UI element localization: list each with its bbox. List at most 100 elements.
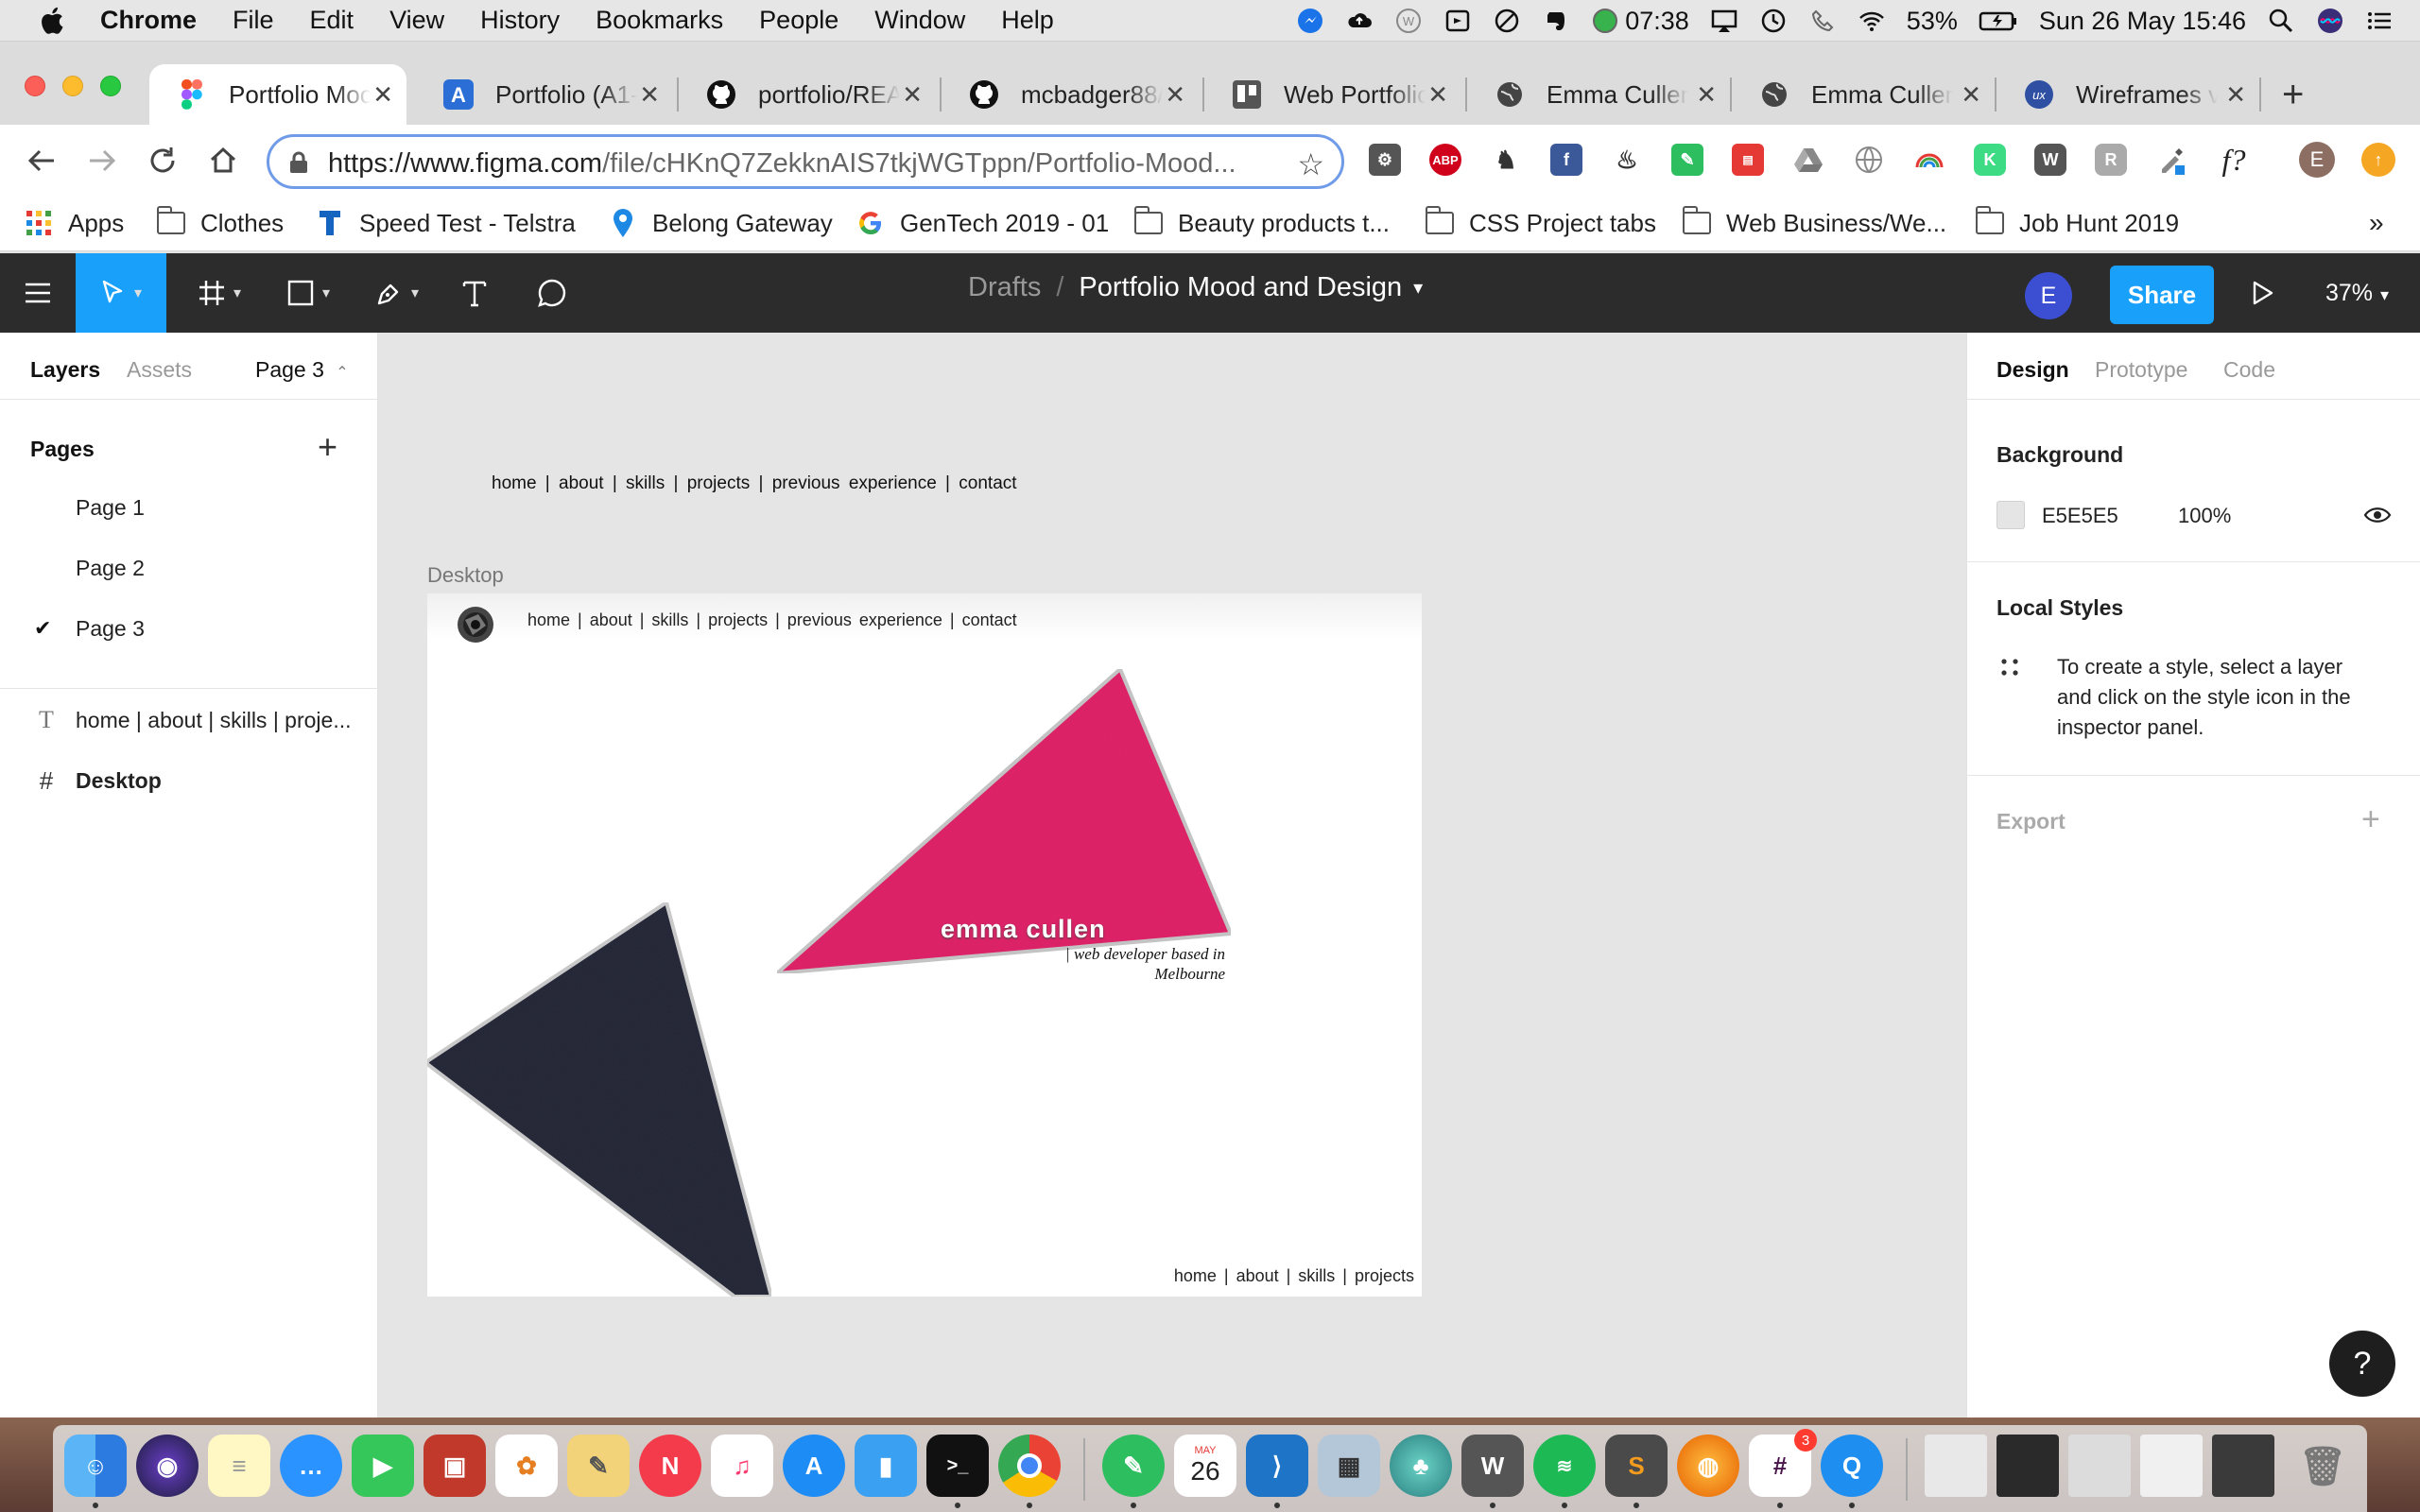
text-tool-button[interactable] (448, 253, 501, 333)
tab-wireframes[interactable]: ux Wireframes v ✕ (1996, 64, 2259, 125)
page-selector[interactable]: Page 3 ⌃ (255, 357, 349, 383)
bookmark-web-business[interactable]: Web Business/We... (1682, 206, 1946, 240)
facebook-extension-icon[interactable]: f (1550, 144, 1582, 176)
pocket-extension-icon[interactable]: R (2095, 144, 2127, 176)
tab-code[interactable]: Code (2223, 357, 2275, 383)
lock-icon[interactable] (288, 150, 309, 175)
notification-center-icon[interactable] (2365, 7, 2394, 35)
frame-bottom-nav[interactable]: home | about | skills | projects (1174, 1266, 1414, 1286)
bookmark-clothes[interactable]: Clothes (156, 206, 284, 240)
tab-emma-cullen-2[interactable]: Emma Cullen ✕ (1732, 64, 1995, 125)
keyword-extension-icon[interactable]: K (1974, 144, 2006, 176)
tab-design[interactable]: Design (1996, 357, 2069, 383)
timer-status[interactable]: 07:38 (1591, 7, 1689, 36)
tab-emma-cullen-1[interactable]: Emma Cullen ✕ (1467, 64, 1730, 125)
tab-close-icon[interactable]: ✕ (639, 80, 660, 110)
zoom-dropdown[interactable]: 37% ▾ (2325, 280, 2389, 307)
frame-tool-button[interactable]: ▾ (182, 253, 257, 333)
sublime-text-icon[interactable]: S (1605, 1435, 1668, 1497)
phone-icon[interactable] (1808, 7, 1837, 35)
time-machine-icon[interactable] (1759, 7, 1788, 35)
spotify-icon[interactable]: ≋ (1533, 1435, 1596, 1497)
move-tool-button[interactable]: ▾ (76, 253, 166, 333)
wifi-icon[interactable] (1858, 7, 1886, 35)
minimized-window-thumb[interactable] (1925, 1435, 1987, 1497)
bookmark-beauty[interactable]: Beauty products t... (1133, 206, 1390, 240)
palm-island-icon[interactable]: ♣ (1390, 1435, 1452, 1497)
reload-button[interactable] (144, 142, 182, 180)
evernote-status-icon[interactable] (1542, 7, 1570, 35)
evernote-dock-icon[interactable]: ✎ (1102, 1435, 1165, 1497)
profile-avatar[interactable]: E (2299, 142, 2335, 178)
tab-close-icon[interactable]: ✕ (1427, 80, 1448, 110)
help-button[interactable]: ? (2329, 1331, 2395, 1397)
pen-tool-button[interactable]: ▾ (359, 253, 435, 333)
window-close-button[interactable] (25, 76, 45, 96)
breadcrumb-drafts[interactable]: Drafts (968, 272, 1041, 303)
add-export-icon[interactable]: + (2361, 801, 2380, 838)
spotlight-search-icon[interactable] (2267, 7, 2295, 35)
background-color-swatch[interactable] (1996, 501, 2025, 529)
tab-github-portfolio[interactable]: portfolio/README ✕ (679, 64, 936, 125)
do-not-disturb-icon[interactable] (1493, 7, 1521, 35)
menu-history[interactable]: History (480, 6, 560, 35)
terminal-icon[interactable]: >_ (926, 1435, 989, 1497)
globe-extension-icon[interactable] (1853, 144, 1885, 176)
add-page-icon[interactable]: + (318, 427, 337, 467)
messenger-status-icon[interactable] (1296, 7, 1324, 35)
tab-close-icon[interactable]: ✕ (2225, 80, 2246, 110)
menu-chrome[interactable]: Chrome (100, 6, 197, 35)
bookmark-speed-test[interactable]: Speed Test - Telstra (316, 206, 576, 240)
page-item-1[interactable]: Page 1 (76, 495, 145, 521)
dark-triangle[interactable] (427, 899, 774, 1297)
desktop-frame[interactable]: home | about | skills | projects | previ… (427, 593, 1422, 1297)
colorpick-eyedropper-icon[interactable] (2155, 144, 2187, 176)
cloud-upload-icon[interactable] (1345, 7, 1374, 35)
tab-assets[interactable]: Assets (127, 357, 192, 383)
battery-icon[interactable] (1979, 7, 2018, 35)
siri-icon[interactable] (2316, 7, 2344, 35)
wappalyzer-icon[interactable]: W (2034, 144, 2066, 176)
tab-close-icon[interactable]: ✕ (1165, 80, 1185, 110)
airplay-icon[interactable] (1710, 7, 1738, 35)
rainbow-extension-icon[interactable] (1913, 144, 1945, 176)
main-menu-button[interactable] (0, 253, 76, 333)
file-name[interactable]: Portfolio Mood and Design (1079, 272, 1402, 303)
menu-file[interactable]: File (233, 6, 274, 35)
firefox-icon[interactable]: ◍ (1677, 1435, 1739, 1497)
bookmark-apps[interactable]: Apps (25, 206, 124, 240)
share-button[interactable]: Share (2110, 266, 2214, 324)
tab-portfolio-a1[interactable]: A Portfolio (A1- ✕ (416, 64, 673, 125)
background-hex[interactable]: E5E5E5 (2042, 504, 2118, 528)
hero-subtitle[interactable]: | web developer based in Melbourne (1023, 944, 1225, 984)
present-button[interactable] (2237, 253, 2290, 333)
evernote-extension-icon[interactable]: ✎ (1671, 144, 1703, 176)
tab-figma-portfolio[interactable]: Portfolio Mood and Design ✕ (149, 64, 406, 125)
siri-dock-icon[interactable]: ◉ (136, 1435, 199, 1497)
minimized-window-thumb[interactable] (2140, 1435, 2203, 1497)
menu-view[interactable]: View (389, 6, 444, 35)
facetime-icon[interactable]: ▶ (352, 1435, 414, 1497)
menu-bookmarks[interactable]: Bookmarks (596, 6, 723, 35)
itunes-icon[interactable]: ♫ (711, 1435, 773, 1497)
pdf-extension-icon[interactable]: ▤ (1732, 144, 1764, 176)
eye-visibility-icon[interactable] (2363, 505, 2392, 525)
bookmarks-overflow-button[interactable]: » (2369, 206, 2384, 240)
apple-menu-icon[interactable] (36, 4, 70, 38)
minimized-window-thumb[interactable] (1996, 1435, 2059, 1497)
books-icon[interactable]: ▮ (855, 1435, 917, 1497)
window-zoom-button[interactable] (100, 76, 121, 96)
page-item-3[interactable]: Page 3 (76, 616, 145, 642)
wordpress-status-icon[interactable]: W (1394, 7, 1423, 35)
news-icon[interactable]: N (639, 1435, 701, 1497)
minimized-window-thumb[interactable] (2068, 1435, 2131, 1497)
menu-people[interactable]: People (759, 6, 838, 35)
tab-close-icon[interactable]: ✕ (1696, 80, 1717, 110)
tab-layers[interactable]: Layers (30, 357, 100, 383)
menu-edit[interactable]: Edit (310, 6, 354, 35)
trash-icon[interactable]: 🗑 (2291, 1435, 2354, 1497)
finder-icon[interactable]: ☺ (64, 1435, 127, 1497)
frame-label[interactable]: Desktop (427, 563, 504, 588)
tab-close-icon[interactable]: ✕ (372, 80, 393, 110)
page-item-2[interactable]: Page 2 (76, 556, 145, 581)
